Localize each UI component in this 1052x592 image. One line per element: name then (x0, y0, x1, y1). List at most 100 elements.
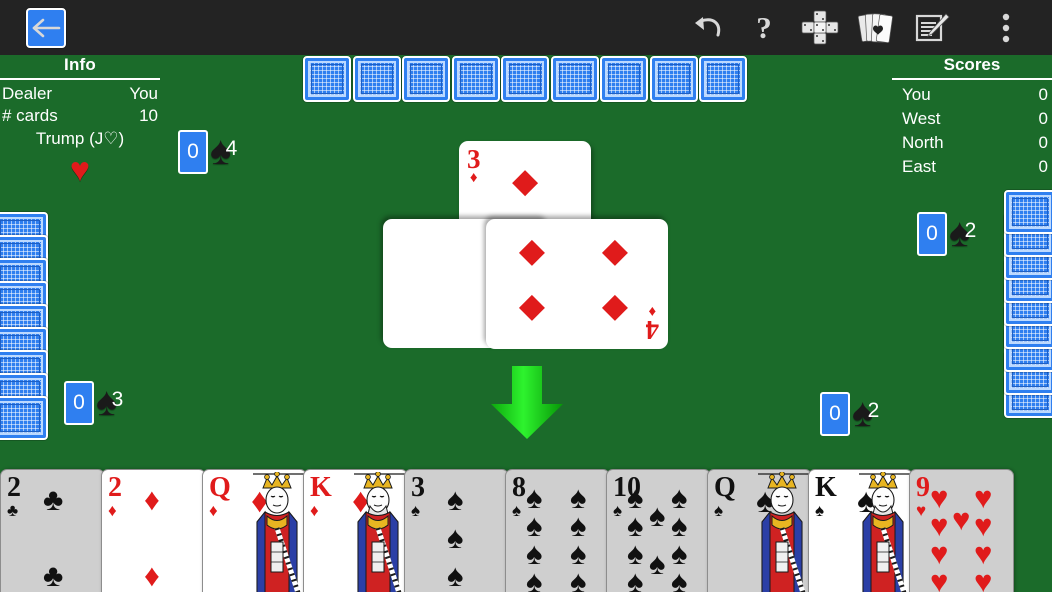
hand-card-court-figure (253, 472, 305, 592)
trick-card-north-rank: 3 (467, 144, 481, 174)
hand-card-2[interactable]: 2 ♦ ♦ ♦ (101, 469, 206, 592)
hand-card-corner: K ♠ (815, 472, 837, 520)
hand-card-suit: ♠ (411, 501, 421, 520)
info-dealer-value: You (129, 84, 158, 103)
question-mark-glyph: ? (756, 9, 772, 45)
score-value-east: 0 (1038, 157, 1048, 176)
info-dealer-label: Dealer (2, 84, 53, 103)
east-hand (1000, 190, 1052, 442)
fan-cards-glyph (857, 12, 893, 43)
score-name-east: East (902, 157, 937, 176)
hand-card-pip-2: ♦ (144, 558, 160, 592)
info-cards-value: 10 (139, 106, 158, 125)
hand-card-corner: Q ♠ (714, 472, 736, 520)
hand-card-corner: 2 ♣ (7, 474, 21, 520)
hand-card-3[interactable]: Q ♦ ♦ (202, 469, 307, 592)
hand-card-pip-10: ♠ (671, 564, 688, 592)
north-card-back (501, 56, 549, 102)
hand-card-suit: ♣ (7, 501, 19, 520)
hand-card-pip-8: ♥ (930, 564, 949, 592)
indicator-west-tricks: 0 (64, 381, 94, 425)
hand-card-pip-8: ♠ (649, 546, 666, 581)
hand-card-suit: ♦ (209, 501, 218, 520)
hand-card-4[interactable]: K ♦ ♦ (303, 469, 408, 592)
card-back-pattern (654, 61, 693, 97)
indicator-west-bid: ♠ 3 (96, 381, 138, 425)
hand-card-court-figure (758, 472, 810, 592)
score-value-you: 0 (1038, 85, 1048, 104)
hand-card-9[interactable]: K ♠ ♠ (808, 469, 913, 592)
hand-card-corner: 8 ♠ (512, 472, 526, 520)
hand-card-suit: ♠ (512, 501, 522, 520)
help-icon[interactable]: ? (736, 6, 792, 50)
hand-fan-icon[interactable] (848, 6, 904, 50)
hand-card-pip-8: ♠ (570, 564, 587, 592)
trick-card-east-pip-3: ◆ (601, 236, 628, 274)
indicator-north-bid: ♠ 4 (210, 130, 252, 174)
scores-panel-title: Scores (943, 55, 1001, 74)
trick-card-east-corner: 4 ♦ (645, 303, 660, 345)
indicator-south-tricks: 0 (820, 392, 850, 436)
trump-label: Trump (J♡) (35, 129, 125, 148)
scorepad-icon[interactable] (904, 6, 960, 50)
indicator-west: 0 ♠ 3 (64, 381, 138, 425)
score-value-north: 0 (1038, 133, 1048, 152)
indicator-east-bid-value: 2 (964, 219, 977, 242)
hand-card-pip-2: ♠ (447, 520, 464, 555)
score-row-west: West 0 (892, 107, 1052, 131)
north-hand (303, 56, 749, 104)
notepad-pencil-glyph (915, 12, 950, 41)
three-dots-glyph (1002, 13, 1010, 42)
card-layout-icon[interactable] (792, 6, 848, 50)
info-divider (0, 78, 160, 80)
trick-card-east-pip-2: ◆ (518, 291, 545, 329)
back-button[interactable] (26, 7, 66, 48)
indicator-north-bid-value: 4 (225, 137, 238, 160)
trump-suit-icon: ♥ (69, 151, 91, 189)
hand-card-rank: K (815, 472, 837, 503)
player-hand: 2 ♣ ♣ ♣ 2 ♦ ♦ ♦ Q ♦ ♦ K ♦ ♦ 3 ♠ ♠ ♠ ♠ 8 ♠ ♠ ♠ ♠ ♠ ♠ ♠ ♠ ♠ 10 ♠ ♠ ♠ ♠ ♠ ♠ ♠ ♠ ♠… (0, 463, 1052, 592)
card-back-pattern (1009, 195, 1051, 229)
score-row-you: You 0 (892, 83, 1052, 107)
hand-card-rank: K (310, 472, 332, 503)
indicator-south-bid-value: 2 (867, 399, 880, 422)
north-card-back (600, 56, 648, 102)
card-back-pattern (704, 61, 742, 97)
hand-card-7: 10 ♠ ♠ ♠ ♠ ♠ ♠ ♠ ♠ ♠ ♠ ♠ (606, 469, 711, 592)
hand-card-corner: K ♦ (310, 472, 332, 520)
hand-card-rank: 8 (512, 472, 526, 503)
trick-card-north-pip: ◆ (512, 162, 539, 200)
north-card-back (402, 56, 450, 102)
hand-card-pip-1: ♣ (43, 482, 64, 517)
info-cards-label: # cards (2, 106, 58, 125)
hand-card-corner: 2 ♦ (108, 472, 122, 520)
cross-cards-glyph (801, 10, 839, 44)
hand-card-8: Q ♠ ♠ (707, 469, 812, 592)
turn-indicator-arrow (487, 364, 567, 447)
trick-card-east: 4 ♦ ◆ ◆ ◆ ◆ (486, 219, 668, 349)
hand-card-rank: Q (714, 472, 736, 503)
hand-card-rank: Q (209, 472, 231, 503)
hand-card-suit: ♥ (916, 501, 927, 520)
north-card-back (649, 56, 698, 102)
north-card-back (451, 56, 500, 102)
indicator-north-tricks: 0 (178, 130, 208, 174)
card-back-pattern (357, 61, 396, 97)
undo-icon[interactable] (680, 6, 736, 50)
hand-card-suit: ♠ (714, 501, 724, 520)
info-row-dealer: Dealer You (0, 83, 160, 105)
back-arrow-icon (32, 18, 61, 37)
info-panel: Info Dealer You # cards 10 Trump (J♡) ♥ (0, 55, 160, 187)
hand-card-suit: ♦ (310, 501, 319, 520)
overflow-menu-icon[interactable] (978, 6, 1034, 50)
hand-card-rank: 2 (108, 472, 122, 503)
scores-panel: Scores You 0 West 0 North 0 East 0 (892, 55, 1052, 179)
score-name-west: West (902, 109, 941, 128)
indicator-north: 0 ♠ 4 (178, 130, 252, 174)
hand-card-pip-9: ♥ (974, 564, 993, 592)
trick-card-east-rank: 4 (645, 315, 660, 345)
info-row-cards: # cards 10 (0, 105, 160, 127)
trick-card-east-pip-1: ◆ (601, 291, 628, 329)
score-row-east: East 0 (892, 155, 1052, 179)
hand-card-suit: ♠ (815, 501, 825, 520)
